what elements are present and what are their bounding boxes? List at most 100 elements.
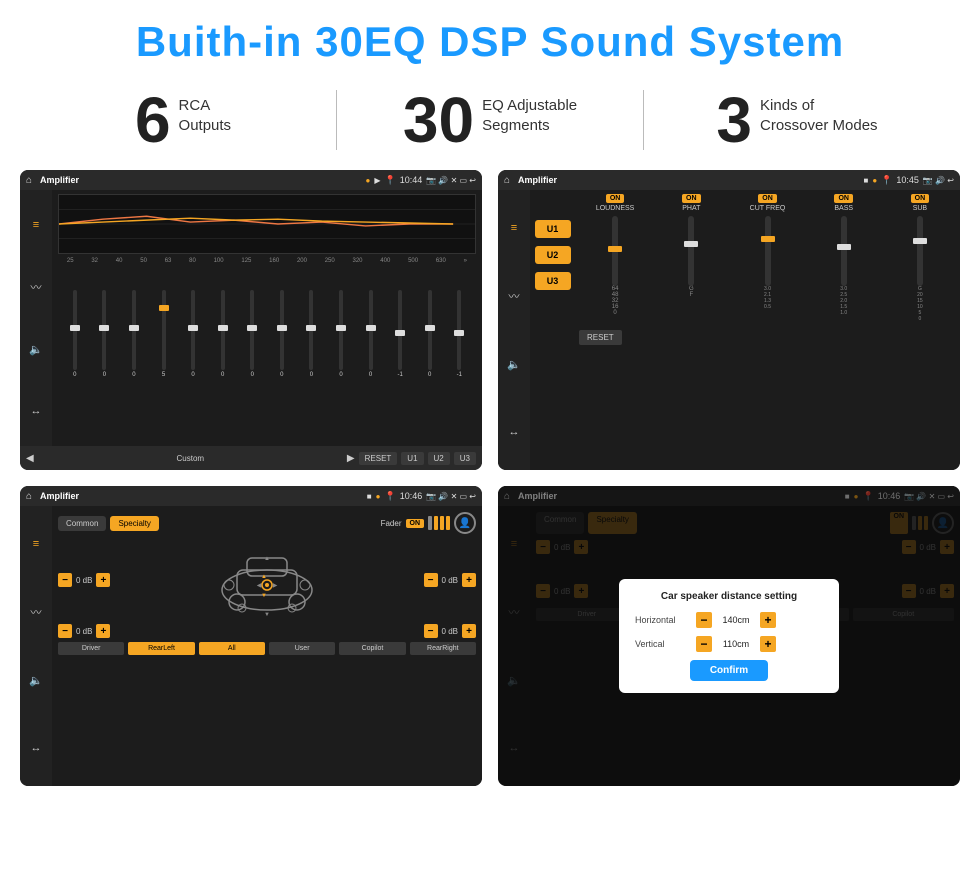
loudness-on-badge[interactable]: ON — [606, 194, 625, 203]
eq-slider-4[interactable]: 0 — [178, 290, 208, 378]
db-minus-4[interactable]: − — [424, 624, 438, 638]
amp-screen: ⌂ Amplifier ■ ● 📍 10:45 📷 🔊 ↩ ≡ 〰 🔈 ↔ U1… — [498, 170, 960, 470]
eq-slider-10[interactable]: 0 — [356, 290, 386, 378]
vertical-plus[interactable]: + — [760, 636, 776, 652]
eq-icon[interactable]: ≡ — [25, 214, 47, 236]
eq-icon-2[interactable]: ≡ — [503, 217, 525, 239]
sub-control: ON SUB G20151050 — [884, 194, 956, 322]
db-row-2: − 0 dB + − 0 dB + — [58, 624, 476, 638]
cutfreq-control: ON CUT FREQ 3.02.11.30.5 — [731, 194, 803, 322]
fader-bar-3 — [440, 516, 444, 530]
db-minus-3[interactable]: − — [58, 624, 72, 638]
db-minus-2[interactable]: − — [424, 573, 438, 587]
driver-btn[interactable]: Driver — [58, 642, 124, 655]
eq-slider-2[interactable]: 0 — [119, 290, 149, 378]
rearleft-btn[interactable]: RearLeft — [128, 642, 194, 655]
db-value-4: 0 dB — [442, 627, 458, 636]
prev-arrow[interactable]: ◀ — [26, 453, 34, 464]
arrows-icon-2[interactable]: ↔ — [503, 421, 525, 443]
fader-bars — [428, 516, 450, 530]
common-tab[interactable]: Common — [58, 516, 106, 531]
stat-rca: 6 RCAOutputs — [40, 88, 326, 152]
stat-text-crossover: Kinds ofCrossover Modes — [760, 96, 878, 135]
speaker-icon[interactable]: 🔈 — [25, 338, 47, 360]
status-bar-1: ⌂ Amplifier ● ▶ 📍 10:44 📷 🔊 ✕ ▭ ↩ — [20, 170, 482, 190]
eq-slider-11[interactable]: -1 — [385, 290, 415, 378]
person-icon[interactable]: 👤 — [454, 512, 476, 534]
eq-slider-12[interactable]: 0 — [415, 290, 445, 378]
arrows-icon[interactable]: ↔ — [25, 400, 47, 422]
next-arrow[interactable]: ▶ — [347, 453, 355, 464]
horizontal-value: 140cm — [716, 615, 756, 625]
wave-icon-2[interactable]: 〰 — [503, 285, 525, 307]
screens-grid: ⌂ Amplifier ● ▶ 📍 10:44 📷 🔊 ✕ ▭ ↩ ≡ 〰 🔈 … — [0, 170, 980, 796]
bass-control: ON BASS 3.02.52.01.51.0 — [808, 194, 880, 322]
confirm-button[interactable]: Confirm — [690, 660, 768, 681]
arrows-icon-3[interactable]: ↔ — [25, 737, 47, 759]
horizontal-plus[interactable]: + — [760, 612, 776, 628]
speaker-icon-3[interactable]: 🔈 — [25, 669, 47, 691]
u1-btn[interactable]: U1 — [535, 220, 571, 238]
svg-text:▶: ▶ — [273, 583, 278, 589]
status-bar-3: ⌂ Amplifier ■ ● 📍 10:46 📷 🔊 ✕ ▭ ↩ — [20, 486, 482, 506]
eq-slider-0[interactable]: 0 — [60, 290, 90, 378]
sub-on-badge[interactable]: ON — [911, 194, 930, 203]
eq-slider-3[interactable]: 5 — [149, 290, 179, 378]
vertical-minus[interactable]: − — [696, 636, 712, 652]
home-icon-3[interactable]: ⌂ — [26, 491, 32, 502]
u2-btn[interactable]: U2 — [535, 246, 571, 264]
fader-text: Fader — [381, 519, 402, 528]
reset-button[interactable]: RESET — [359, 452, 398, 465]
eq-slider-8[interactable]: 0 — [297, 290, 327, 378]
status-icons-2: 📷 🔊 ↩ — [923, 176, 954, 185]
eq-bottom-bar: ◀ Custom ▶ RESET U1 U2 U3 — [20, 446, 482, 470]
wave-icon-3[interactable]: 〰 — [25, 601, 47, 623]
eq-graph — [58, 194, 476, 254]
speaker-icon-2[interactable]: 🔈 — [503, 353, 525, 375]
u1-button[interactable]: U1 — [401, 452, 423, 465]
wave-icon[interactable]: 〰 — [25, 276, 47, 298]
rearright-btn[interactable]: RearRight — [410, 642, 476, 655]
u3-button[interactable]: U3 — [454, 452, 476, 465]
u3-btn[interactable]: U3 — [535, 272, 571, 290]
status-bar-2: ⌂ Amplifier ■ ● 📍 10:45 📷 🔊 ↩ — [498, 170, 960, 190]
u2-button[interactable]: U2 — [428, 452, 450, 465]
eq-screen: ⌂ Amplifier ● ▶ 📍 10:44 📷 🔊 ✕ ▭ ↩ ≡ 〰 🔈 … — [20, 170, 482, 470]
stat-eq: 30 EQ AdjustableSegments — [347, 88, 633, 152]
copilot-btn[interactable]: Copilot — [339, 642, 405, 655]
eq-slider-5[interactable]: 0 — [208, 290, 238, 378]
stats-row: 6 RCAOutputs 30 EQ AdjustableSegments 3 … — [0, 78, 980, 170]
bass-on-badge[interactable]: ON — [834, 194, 853, 203]
eq-icon-3[interactable]: ≡ — [25, 533, 47, 555]
db-plus-1[interactable]: + — [96, 573, 110, 587]
db-plus-3[interactable]: + — [96, 624, 110, 638]
reset-btn-2[interactable]: RESET — [579, 330, 622, 345]
eq-slider-7[interactable]: 0 — [267, 290, 297, 378]
car-svg: ▲ ▼ ◀ ▶ ▲ ▼ — [207, 540, 327, 620]
all-btn[interactable]: All — [199, 642, 265, 655]
svg-text:◀: ◀ — [257, 583, 262, 589]
home-icon-1[interactable]: ⌂ — [26, 175, 32, 186]
cutfreq-label: CUT FREQ — [750, 205, 786, 212]
home-icon-2[interactable]: ⌂ — [504, 175, 510, 186]
phat-on-badge[interactable]: ON — [682, 194, 701, 203]
db-value-3: 0 dB — [76, 627, 92, 636]
vertical-value: 110cm — [716, 639, 756, 649]
user-btn[interactable]: User — [269, 642, 335, 655]
cutfreq-on-badge[interactable]: ON — [758, 194, 777, 203]
db-plus-2[interactable]: + — [462, 573, 476, 587]
stat-number-rca: 6 — [135, 88, 171, 152]
horizontal-minus[interactable]: − — [696, 612, 712, 628]
fader-on-badge[interactable]: ON — [406, 519, 425, 528]
eq-slider-9[interactable]: 0 — [326, 290, 356, 378]
db-plus-4[interactable]: + — [462, 624, 476, 638]
eq-content: 253240506380100125160200250320400500630 … — [52, 190, 482, 446]
eq-slider-13[interactable]: -1 — [445, 290, 475, 378]
eq-slider-6[interactable]: 0 — [237, 290, 267, 378]
specialty-tab[interactable]: Specialty — [110, 516, 158, 531]
eq-slider-1[interactable]: 0 — [90, 290, 120, 378]
stat-number-crossover: 3 — [716, 88, 752, 152]
db-minus-1[interactable]: − — [58, 573, 72, 587]
svg-text:▲: ▲ — [261, 574, 267, 580]
stat-divider-2 — [643, 90, 644, 150]
